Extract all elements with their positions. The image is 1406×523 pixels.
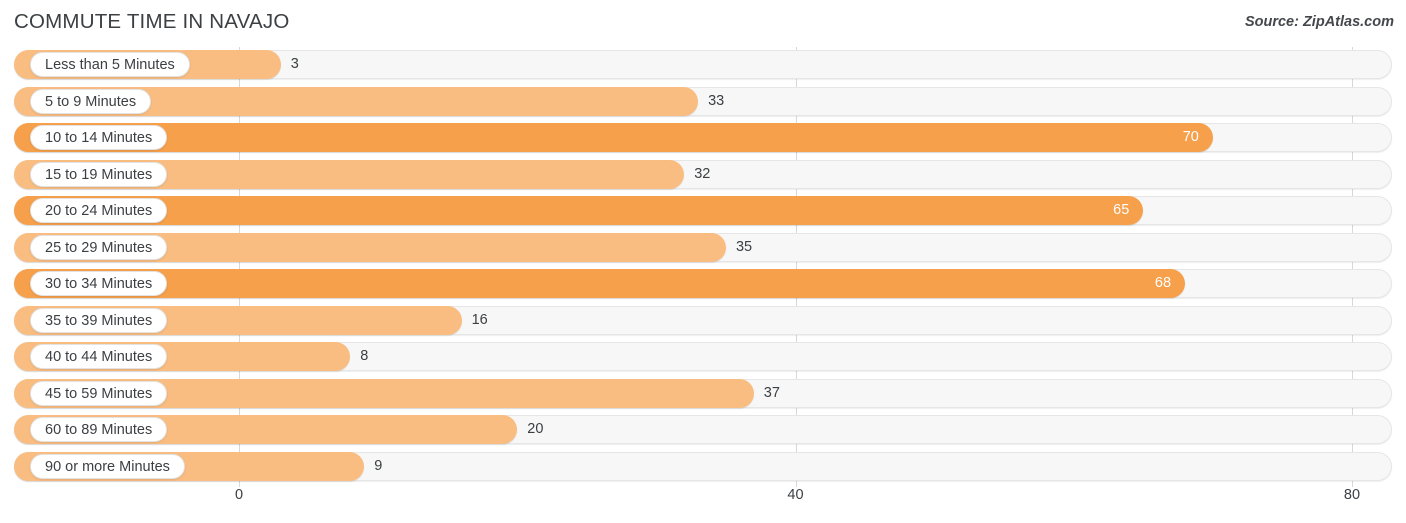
bar-value-label: 33 bbox=[708, 92, 725, 109]
bar-row: 40 to 44 Minutes 8 bbox=[0, 339, 1406, 376]
bar-category-label[interactable]: 30 to 34 Minutes bbox=[30, 271, 168, 296]
bar-fill bbox=[14, 196, 1144, 225]
bar-value-label: 8 bbox=[360, 348, 369, 364]
bar-category-label[interactable]: 40 to 44 Minutes bbox=[30, 344, 168, 369]
bar-row: Less than 5 Minutes 3 bbox=[0, 47, 1406, 84]
source-attribution: Source: ZipAtlas.com bbox=[1244, 14, 1394, 30]
bar-category-label[interactable]: 90 or more Minutes bbox=[30, 453, 185, 479]
bar-row: 45 to 59 Minutes 37 bbox=[0, 376, 1406, 413]
bar-category-label[interactable]: 10 to 14 Minutes bbox=[30, 125, 168, 150]
bar-category-label[interactable]: 15 to 19 Minutes bbox=[30, 161, 168, 187]
chart-plot-area: Less than 5 Minutes 3 5 to 9 Minutes 33 10 t… bbox=[0, 47, 1406, 487]
bar-value-label: 37 bbox=[763, 384, 780, 401]
bar-category-label[interactable]: 25 to 29 Minutes bbox=[30, 234, 168, 260]
page-title: COMMUTE TIME IN NAVAJO bbox=[14, 10, 290, 33]
bar-value-label: 3 bbox=[290, 56, 299, 72]
bar-value-label: 65 bbox=[1113, 202, 1130, 218]
bar-row: 60 to 89 Minutes 20 bbox=[0, 412, 1406, 449]
bar-row: 5 to 9 Minutes 33 bbox=[0, 84, 1406, 121]
bar-row: 35 to 39 Minutes 16 bbox=[0, 303, 1406, 340]
bar-category-label[interactable]: 60 to 89 Minutes bbox=[30, 417, 168, 442]
bar-row: 10 to 14 Minutes 70 bbox=[0, 120, 1406, 157]
x-axis: 0 40 80 bbox=[0, 487, 1406, 523]
bar-value-label: 68 bbox=[1154, 275, 1172, 291]
bar-row: 15 to 19 Minutes 32 bbox=[0, 157, 1406, 194]
bar-category-label[interactable]: 45 to 59 Minutes bbox=[30, 380, 168, 406]
bar-value-label: 32 bbox=[694, 165, 711, 182]
bar-row: 30 to 34 Minutes 68 bbox=[0, 266, 1406, 303]
bar-row: 25 to 29 Minutes 35 bbox=[0, 230, 1406, 267]
bar-category-label[interactable]: 35 to 39 Minutes bbox=[30, 307, 168, 333]
bar-category-label[interactable]: 20 to 24 Minutes bbox=[30, 198, 168, 223]
x-tick-label: 40 bbox=[787, 487, 804, 503]
x-tick-label: 0 bbox=[234, 487, 244, 503]
bar-category-label[interactable]: 5 to 9 Minutes bbox=[30, 88, 152, 114]
bar-value-label: 9 bbox=[374, 457, 383, 474]
bar-value-label: 35 bbox=[735, 238, 753, 255]
bar-value-label: 16 bbox=[471, 311, 488, 328]
bar-value-label: 20 bbox=[527, 421, 544, 437]
chart-header: COMMUTE TIME IN NAVAJO Source: ZipAtlas.… bbox=[0, 0, 1406, 44]
bar-row: 90 or more Minutes 9 bbox=[0, 449, 1406, 486]
bar-value-label: 70 bbox=[1182, 129, 1199, 145]
bar-row: 20 to 24 Minutes 65 bbox=[0, 193, 1406, 230]
chart-bar-rows: Less than 5 Minutes 3 5 to 9 Minutes 33 10 t… bbox=[0, 47, 1406, 485]
bar-fill bbox=[14, 123, 1213, 152]
bar-category-label[interactable]: Less than 5 Minutes bbox=[30, 52, 190, 77]
x-tick-label: 80 bbox=[1343, 487, 1361, 503]
bar-fill bbox=[14, 269, 1186, 298]
